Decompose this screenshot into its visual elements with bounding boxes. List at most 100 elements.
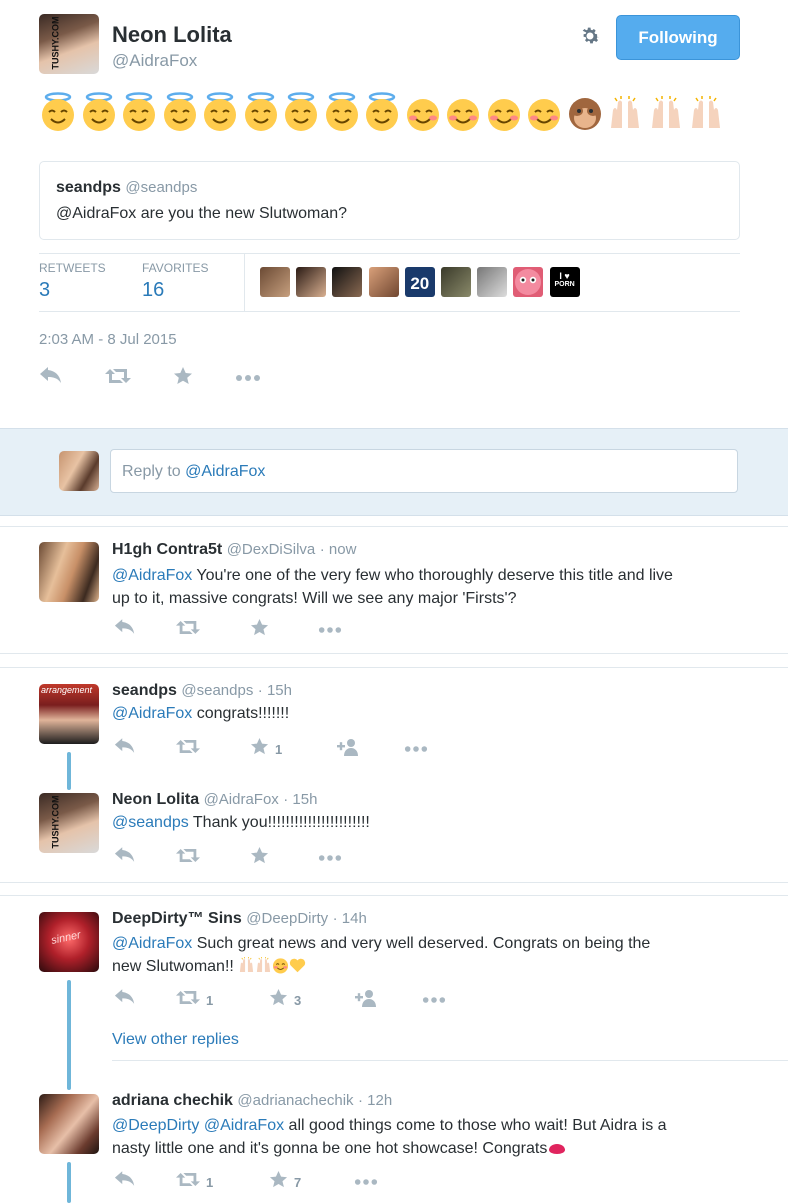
retweet-button[interactable]: 1 <box>176 1172 213 1192</box>
thread-connector <box>67 980 71 1090</box>
reply-avatar[interactable]: sinner <box>39 912 99 972</box>
more-icon <box>318 849 342 867</box>
retweet-button[interactable] <box>176 739 200 759</box>
more-icon <box>404 740 428 758</box>
favoriter-avatar-pink-face[interactable] <box>513 267 544 297</box>
reply-author-name[interactable]: H1gh Contra5t <box>112 541 222 558</box>
more-button[interactable] <box>422 990 446 1010</box>
reply-time[interactable]: · now <box>320 541 357 558</box>
quoted-tweet[interactable]: seandps @seandps @AidraFox are you the n… <box>39 161 740 240</box>
reply-mention[interactable]: @AidraFox <box>112 705 192 722</box>
reply-button[interactable] <box>114 847 136 868</box>
reply-button[interactable] <box>114 989 136 1010</box>
favorites-label: FAVORITES <box>142 261 209 275</box>
avatar-overlay-text: sinner <box>50 929 82 947</box>
favoriter-avatar-love-badge[interactable]: I ♥ PORN <box>549 267 580 297</box>
reply-header: H1gh Contra5t @DexDiSilva · now <box>112 541 356 559</box>
reply-author-name[interactable]: Neon Lolita <box>112 791 199 808</box>
reply-author-name[interactable]: seandps <box>112 682 177 699</box>
favoriter-avatar[interactable] <box>260 267 290 297</box>
retweet-button[interactable] <box>105 368 131 388</box>
yellow-heart-icon <box>289 957 306 975</box>
blush-smile-icon <box>526 92 562 137</box>
retweet-icon <box>176 847 200 869</box>
favorite-button[interactable] <box>250 846 269 868</box>
reply-mention[interactable]: @DeepDirty <box>112 1117 199 1134</box>
follow-button[interactable] <box>355 989 379 1010</box>
reply-input[interactable]: Reply to @AidraFox <box>110 449 738 493</box>
halo-smile-icon <box>283 92 319 137</box>
retweets-stat[interactable]: RETWEETS 3 <box>39 261 106 302</box>
reply-avatar[interactable] <box>39 1094 99 1154</box>
more-button[interactable] <box>354 1172 378 1192</box>
favorite-button[interactable]: 7 <box>269 1170 301 1192</box>
reply-mention[interactable]: @seandps <box>112 814 189 831</box>
view-other-replies-link[interactable]: View other replies <box>112 1031 239 1049</box>
favorites-count: 16 <box>142 279 165 301</box>
author-name[interactable]: Neon Lolita <box>112 22 232 48</box>
favoriter-avatar[interactable] <box>441 267 471 297</box>
reply-button[interactable] <box>114 619 136 640</box>
author-avatar[interactable]: TUSHY.COM <box>39 14 99 74</box>
gear-icon[interactable] <box>578 24 602 48</box>
favoriter-avatar[interactable] <box>296 267 327 297</box>
reply-button[interactable] <box>114 738 136 759</box>
raised-hands-icon <box>688 92 724 137</box>
more-button[interactable] <box>318 848 342 868</box>
favorite-button[interactable]: 3 <box>269 988 301 1012</box>
reply-time[interactable]: · 15h <box>283 791 317 808</box>
author-handle[interactable]: @AidraFox <box>112 51 197 71</box>
favorite-button[interactable] <box>250 618 269 640</box>
favoriter-avatar[interactable] <box>477 267 508 297</box>
favorite-icon <box>250 737 269 761</box>
reply-text: @AidraFox congrats!!!!!!! <box>112 705 290 722</box>
favorite-icon <box>269 988 288 1012</box>
reply-author-handle[interactable]: @seandps <box>181 682 253 699</box>
raised-hands-icon <box>255 955 272 973</box>
tweet-timestamp[interactable]: 2:03 AM - 8 Jul 2015 <box>39 331 177 348</box>
inline-emoji <box>238 955 306 975</box>
more-button[interactable] <box>235 368 261 388</box>
current-user-avatar <box>59 451 99 491</box>
reply-button[interactable] <box>39 366 63 390</box>
more-button[interactable] <box>318 620 342 640</box>
reply-mention[interactable]: @AidraFox <box>204 1117 284 1134</box>
favorites-stat[interactable]: FAVORITES 16 <box>142 261 208 302</box>
favoriter-avatar-jersey[interactable]: 20 <box>404 267 435 297</box>
speak-no-evil-monkey-icon <box>567 92 603 137</box>
retweet-button[interactable]: 1 <box>176 990 213 1010</box>
retweet-count: 1 <box>206 992 214 1008</box>
raised-hands-icon <box>648 92 684 137</box>
reply-author-handle[interactable]: @DexDiSilva <box>227 541 316 558</box>
reply-author-handle[interactable]: @DeepDirty <box>246 910 328 927</box>
reply-time[interactable]: · 14h <box>333 910 367 927</box>
reply-text: @AidraFox Such great news and very well … <box>112 935 651 975</box>
favorite-button[interactable] <box>173 366 193 388</box>
reply-author-name[interactable]: DeepDirty™ Sins <box>112 910 242 927</box>
reply-avatar[interactable]: arrangement <box>39 684 99 744</box>
favorite-button[interactable]: 1 <box>250 737 282 761</box>
retweet-button[interactable] <box>176 848 200 868</box>
retweet-button[interactable] <box>176 620 200 640</box>
reply-author-handle[interactable]: @adrianachechik <box>237 1092 353 1109</box>
reply-button[interactable] <box>114 1171 136 1193</box>
quoted-text: @AidraFox are you the new Slutwoman? <box>56 205 348 222</box>
favoriter-avatar[interactable] <box>368 267 399 297</box>
reply-author-name[interactable]: adriana chechik <box>112 1092 233 1109</box>
reply-avatar[interactable]: TUSHY.COM <box>39 793 99 853</box>
avatar-overlay-text: arrangement <box>41 685 93 695</box>
reply-time[interactable]: · 15h <box>258 682 292 699</box>
thread-connector <box>67 1162 71 1203</box>
reply-icon <box>114 1171 136 1193</box>
reply-icon <box>39 366 63 390</box>
reply-author-handle[interactable]: @AidraFox <box>204 791 279 808</box>
follow-button[interactable] <box>337 738 361 759</box>
retweets-count: 3 <box>39 279 51 301</box>
favoriter-avatar[interactable] <box>332 267 363 297</box>
reply-mention[interactable]: @AidraFox <box>112 567 192 584</box>
reply-mention[interactable]: @AidraFox <box>112 935 192 952</box>
following-button[interactable]: Following <box>616 15 740 60</box>
more-button[interactable] <box>404 739 428 759</box>
reply-time[interactable]: · 12h <box>358 1092 392 1109</box>
reply-avatar[interactable] <box>39 542 99 602</box>
